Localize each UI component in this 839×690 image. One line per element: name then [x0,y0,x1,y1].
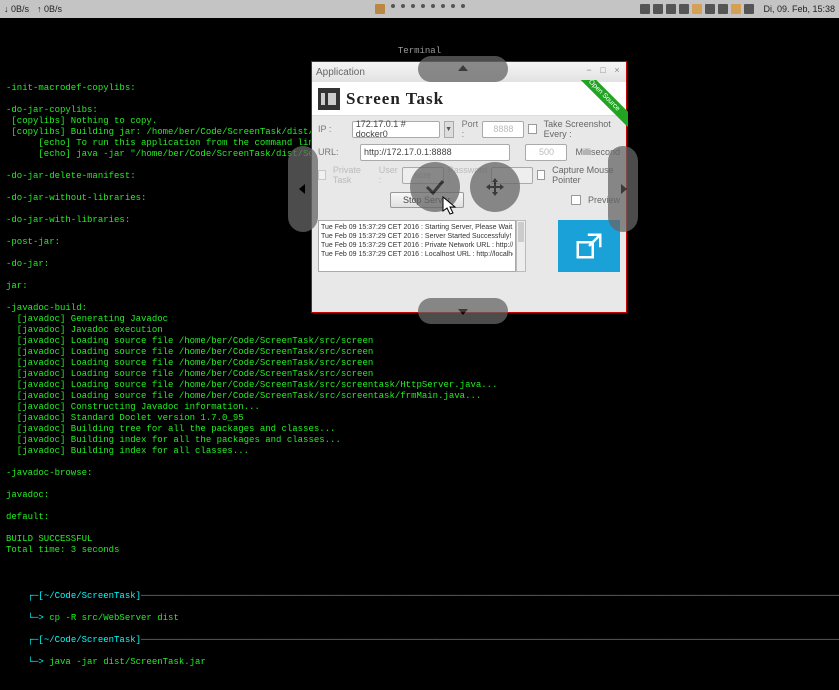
window-title: Application [316,67,365,78]
net-speed-down: ↓ 0B/s [4,4,29,14]
close-button[interactable]: × [612,65,622,75]
arrow-down-icon [456,304,470,318]
panel-dot [451,4,455,8]
check-icon [423,175,447,199]
panel-dot [421,4,425,8]
tray-icon[interactable] [653,4,663,14]
application-window[interactable]: Application − □ × Screen Task Open Sourc… [312,62,626,312]
tray-icon[interactable] [731,4,741,14]
terminal-title: Terminal [6,46,833,57]
port-label: Port : [462,119,479,139]
url-label: URL: [318,147,356,157]
preview-checkbox[interactable] [571,195,581,205]
tray-icon[interactable] [679,4,689,14]
tray-icon[interactable] [718,4,728,14]
terminal-command: java -jar dist/ScreenTask.jar [49,657,206,667]
confirm-button[interactable] [410,162,460,212]
nav-left-button[interactable] [288,146,318,232]
ip-dropdown-button[interactable]: ▼ [444,121,454,138]
app-body: IP : 172.17.0.1 # docker0 ▼ Port : 8888 … [312,116,626,220]
user-label: User : [379,165,398,185]
panel-dot [441,4,445,8]
share-screen-icon [574,231,604,261]
arrow-up-icon [456,62,470,76]
app-logo-icon [318,88,340,110]
nav-down-button[interactable] [418,298,508,324]
panel-dot [411,4,415,8]
panel-icon[interactable] [375,4,385,14]
prompt-path: ~/Code/ScreenTask [44,635,136,645]
terminal-command: cp -R src/WebServer dist [49,613,179,623]
ip-select[interactable]: 172.17.0.1 # docker0 [352,121,440,138]
net-speed-up: ↑ 0B/s [37,4,62,14]
tray-icon[interactable] [692,4,702,14]
move-button[interactable] [470,162,520,212]
tray-icon[interactable] [744,4,754,14]
maximize-button[interactable]: □ [598,65,608,75]
move-icon [483,175,507,199]
log-scrollbar[interactable] [516,220,526,272]
private-task-label: Private Task [333,165,369,185]
tray-icon[interactable] [640,4,650,14]
url-field[interactable]: http://172.17.0.1:8888 [360,144,510,161]
ip-label: IP : [318,124,348,134]
arrow-left-icon [296,182,310,196]
take-screenshot-label: Take Screenshot Every : [544,119,620,139]
arrow-right-icon [616,182,630,196]
tray-icon[interactable] [666,4,676,14]
private-task-checkbox[interactable] [318,170,326,180]
panel-dot [461,4,465,8]
app-title: Screen Task [346,89,444,109]
system-topbar: ↓ 0B/s ↑ 0B/s Di, 09. Feb, 15:38 [0,0,839,18]
panel-dot [401,4,405,8]
tray-icon[interactable] [705,4,715,14]
clock[interactable]: Di, 09. Feb, 15:38 [763,4,835,14]
log-box[interactable]: Tue Feb 09 15:37:29 CET 2016 : Starting … [318,220,516,272]
minimize-button[interactable]: − [584,65,594,75]
capture-pointer-checkbox[interactable] [537,170,545,180]
prompt-path: ~/Code/ScreenTask [44,591,136,601]
port-field[interactable]: 8888 [482,121,524,138]
preview-thumbnail [558,220,620,272]
nav-right-button[interactable] [608,146,638,232]
app-header: Screen Task Open Source [312,82,626,116]
panel-dot [391,4,395,8]
interval-field[interactable]: 500 [525,144,567,161]
take-screenshot-checkbox[interactable] [528,124,536,134]
panel-dot [431,4,435,8]
nav-up-button[interactable] [418,56,508,82]
